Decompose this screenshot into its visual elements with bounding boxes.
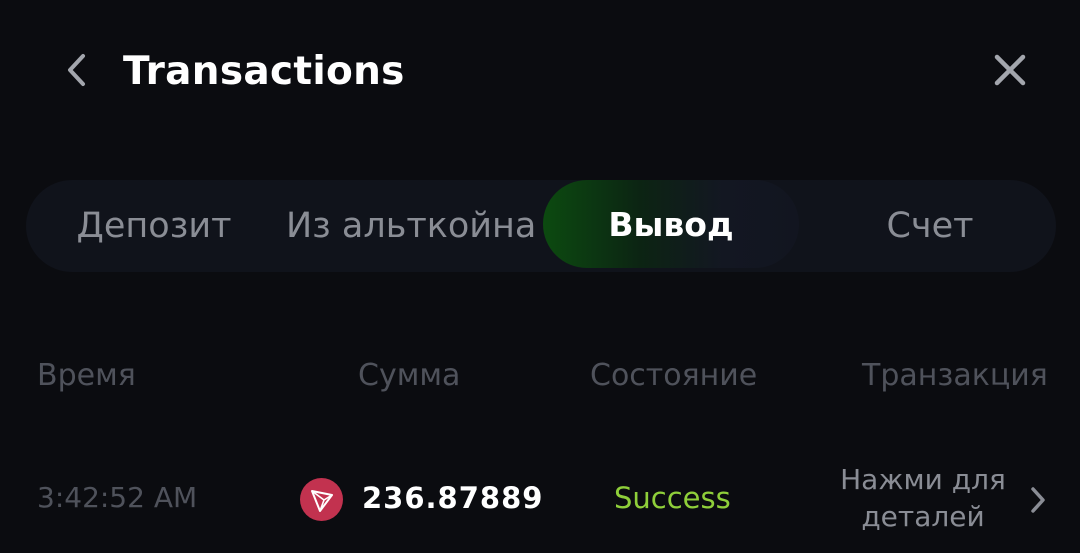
back-button[interactable] bbox=[56, 50, 96, 94]
page-title: Transactions bbox=[123, 49, 405, 94]
close-icon bbox=[993, 53, 1027, 91]
transaction-details-link[interactable]: Нажми для деталей bbox=[830, 461, 1016, 535]
status-badge: Success bbox=[614, 481, 731, 515]
tab-deposit[interactable]: Депозит bbox=[62, 180, 246, 272]
transactions-screen: Transactions Депозит Из альткойна Вывод … bbox=[0, 0, 1080, 553]
table-row[interactable]: 3:42:52 AM 236.878896 Success Нажми для … bbox=[0, 455, 1080, 553]
tab-from-altcoin[interactable]: Из альткойна bbox=[286, 180, 540, 272]
tron-icon bbox=[300, 478, 343, 521]
close-button[interactable] bbox=[986, 48, 1034, 96]
column-header-status: Состояние bbox=[590, 358, 758, 393]
chevron-right-icon[interactable] bbox=[1026, 483, 1050, 517]
tab-account[interactable]: Счет bbox=[840, 180, 1020, 272]
tab-withdraw[interactable]: Вывод bbox=[543, 180, 799, 268]
column-header-transaction: Транзакция bbox=[862, 358, 1048, 393]
row-time: 3:42:52 AM bbox=[37, 481, 198, 514]
column-header-time: Время bbox=[37, 358, 136, 393]
chevron-left-icon bbox=[65, 53, 87, 91]
column-header-amount: Сумма bbox=[358, 358, 461, 393]
row-amount: 236.878896 bbox=[362, 481, 542, 515]
